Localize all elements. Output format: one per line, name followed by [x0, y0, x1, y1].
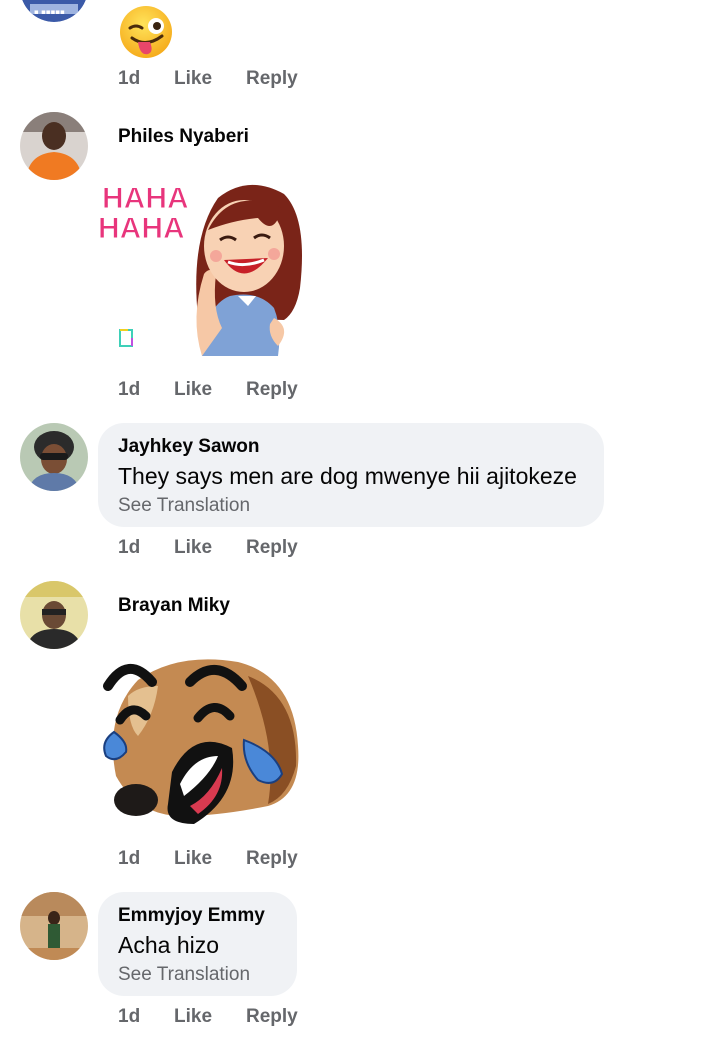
like-button[interactable]: Like: [174, 1006, 246, 1028]
comment-bubble: Jayhkey Sawon They says men are dog mwen…: [98, 423, 604, 527]
svg-text:HAHA: HAHA: [98, 212, 185, 245]
avatar-image: [20, 112, 88, 180]
avatar-image: [20, 423, 88, 491]
comment-actions: 1d Like Reply: [118, 1004, 298, 1030]
like-button[interactable]: Like: [174, 68, 246, 90]
like-button[interactable]: Like: [174, 537, 246, 559]
avatar-image: [20, 581, 88, 649]
comment-time: 1d: [118, 379, 141, 400]
comment-actions: 1d Like Reply: [118, 66, 298, 92]
reply-button[interactable]: Reply: [246, 1006, 298, 1028]
sticker-haha-laughing[interactable]: HAHA HAHA: [98, 178, 304, 356]
comment-time: 1d: [118, 848, 141, 869]
reply-button[interactable]: Reply: [246, 848, 298, 870]
like-button[interactable]: Like: [174, 848, 246, 870]
see-translation-link[interactable]: See Translation: [118, 964, 250, 986]
comment-author[interactable]: Brayan Miky: [118, 595, 230, 617]
reply-button[interactable]: Reply: [246, 68, 298, 90]
like-button[interactable]: Like: [174, 379, 246, 401]
sticker-wink-emoji[interactable]: [118, 4, 174, 60]
reply-button[interactable]: Reply: [246, 537, 298, 559]
comment-time: 1d: [118, 1006, 141, 1027]
comment-text: They says men are dog mwenye hii ajitoke…: [118, 463, 577, 489]
avatar[interactable]: [20, 112, 88, 180]
comment-actions: 1d Like Reply: [118, 377, 298, 403]
avatar[interactable]: [20, 423, 88, 491]
see-translation-link[interactable]: See Translation: [118, 495, 250, 517]
avatar-image: ▪ ▪▪▪▪▪: [22, 0, 86, 22]
comment-time: 1d: [118, 68, 141, 89]
reply-button[interactable]: Reply: [246, 379, 298, 401]
comment-actions: 1d Like Reply: [118, 846, 298, 872]
comment-bubble: Emmyjoy Emmy Acha hizo See Translation: [98, 892, 297, 996]
avatar[interactable]: [20, 892, 88, 960]
comment-author[interactable]: Philes Nyaberi: [118, 126, 249, 148]
avatar-image: [20, 892, 88, 960]
comment-actions: 1d Like Reply: [118, 535, 298, 561]
avatar[interactable]: [20, 581, 88, 649]
comment-time: 1d: [118, 537, 141, 558]
comment-author[interactable]: Emmyjoy Emmy: [118, 905, 265, 927]
svg-text:▪ ▪▪▪▪▪: ▪ ▪▪▪▪▪: [34, 8, 65, 16]
comment-text: Acha hizo: [118, 932, 220, 958]
comment-author[interactable]: Jayhkey Sawon: [118, 436, 260, 458]
sticker-crying-laughing-dog[interactable]: [98, 656, 304, 832]
avatar[interactable]: ▪ ▪▪▪▪▪: [20, 0, 88, 22]
svg-text:HAHA: HAHA: [102, 182, 189, 215]
